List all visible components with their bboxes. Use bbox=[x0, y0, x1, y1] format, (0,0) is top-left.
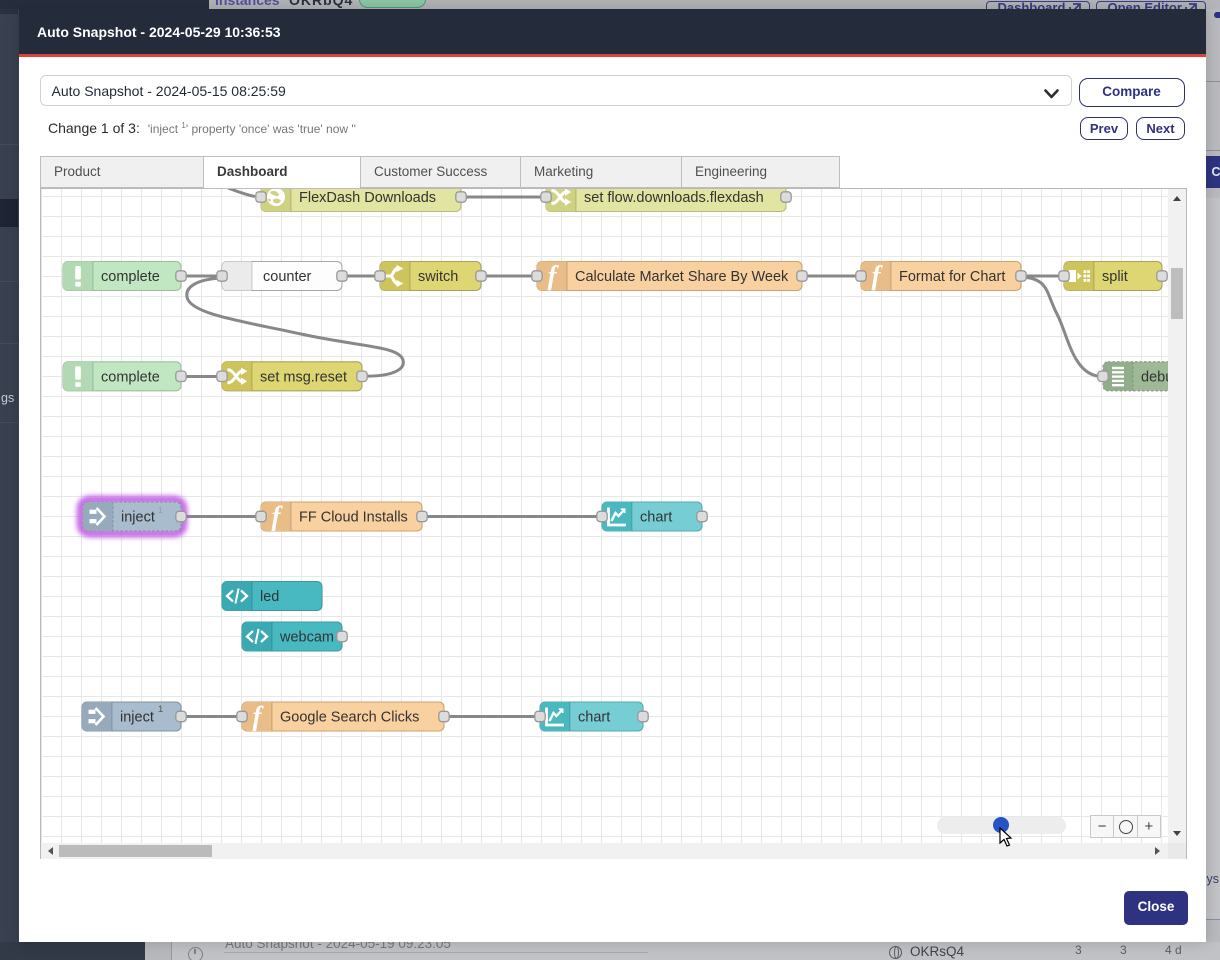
svg-text:complete: complete bbox=[101, 369, 160, 385]
svg-text:led: led bbox=[260, 589, 279, 605]
svg-text:counter: counter bbox=[263, 269, 312, 285]
svg-text:1: 1 bbox=[158, 505, 163, 515]
svg-text:switch: switch bbox=[418, 269, 458, 285]
svg-text:set flow.downloads.flexdash: set flow.downloads.flexdash bbox=[584, 190, 764, 206]
svg-text:1: 1 bbox=[158, 704, 163, 715]
svg-text:inject: inject bbox=[121, 509, 155, 525]
svg-text:chart: chart bbox=[640, 509, 672, 525]
svg-text:debug: debug bbox=[1141, 369, 1168, 385]
svg-text:split: split bbox=[1102, 269, 1128, 285]
svg-text:Format for Chart: Format for Chart bbox=[899, 269, 1005, 285]
svg-text:complete: complete bbox=[101, 269, 160, 285]
svg-text:FF Cloud Installs: FF Cloud Installs bbox=[299, 509, 408, 525]
svg-text:set msg.reset: set msg.reset bbox=[260, 369, 347, 385]
svg-text:Calculate Market Share By Week: Calculate Market Share By Week bbox=[575, 269, 789, 285]
svg-text:webcam: webcam bbox=[279, 629, 334, 645]
svg-text:inject: inject bbox=[120, 709, 154, 725]
svg-text:chart: chart bbox=[578, 709, 610, 725]
svg-text:FlexDash Downloads: FlexDash Downloads bbox=[299, 190, 436, 206]
svg-text:Google Search Clicks: Google Search Clicks bbox=[280, 709, 419, 725]
